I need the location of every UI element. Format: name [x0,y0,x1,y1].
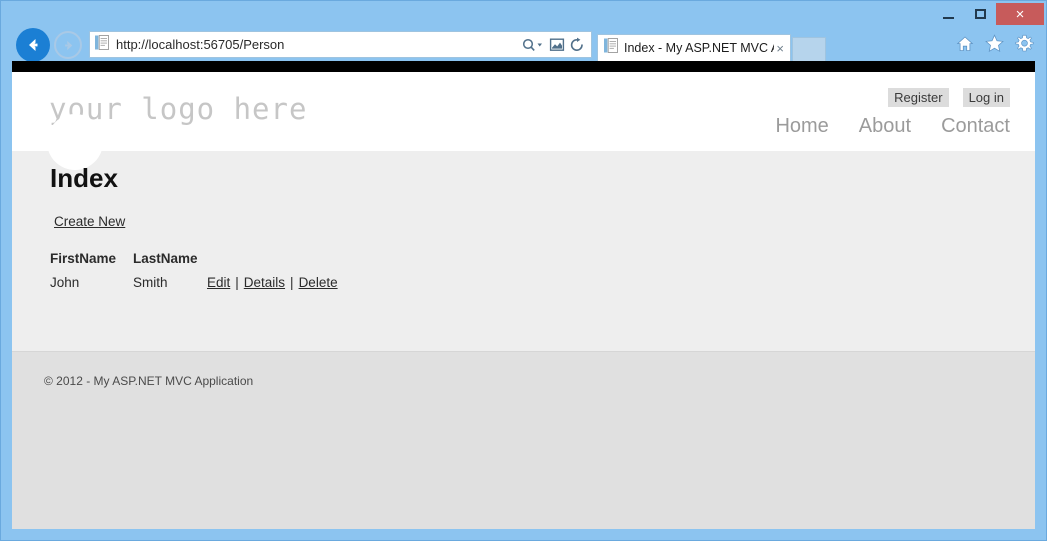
cell-firstname: John [50,275,80,290]
window-title-bar: × [1,1,1046,27]
tab-strip: Index - My ASP.NET MVC A... × [597,31,826,61]
browser-tab[interactable]: Index - My ASP.NET MVC A... × [597,34,791,61]
cell-lastname: Smith [133,275,168,290]
minimize-button[interactable] [932,3,964,25]
column-header-lastname: LastName [133,251,198,266]
tab-favicon-icon [604,38,618,58]
site-footer: © 2012 - My ASP.NET MVC Application [12,351,1035,529]
action-separator-2: | [290,275,294,290]
table-head: FirstName LastName [50,251,338,266]
maximize-button[interactable] [964,3,996,25]
site-header-right: Register Log in Home About Contact [775,88,1010,138]
login-link[interactable]: Log in [962,88,1010,107]
back-button[interactable] [16,28,50,62]
minimize-icon [942,17,954,19]
home-icon[interactable] [956,35,974,58]
column-header-firstname: FirstName [50,251,117,266]
close-window-button[interactable]: × [996,3,1044,25]
page-title: Index [50,163,118,193]
tools-gear-icon[interactable] [1015,34,1034,58]
create-new-link[interactable]: Create New [54,214,125,229]
person-table: FirstName LastName John Smith Edit | Detai… [50,251,338,290]
details-link[interactable]: Details [244,275,285,290]
compatibility-view-icon[interactable] [549,37,565,53]
logo-circle-decoration [47,114,103,170]
main-navigation: Home About Contact [775,115,1010,138]
action-separator-1: | [235,275,239,290]
table-row: John Smith Edit | Details | Delete [50,266,338,290]
nav-link-home[interactable]: Home [775,115,828,138]
refresh-icon[interactable] [569,37,585,53]
back-arrow-icon [29,39,38,51]
address-bar-url[interactable]: http://localhost:56705/Person [116,37,521,52]
new-tab-button[interactable] [792,37,826,61]
account-links: Register Log in [775,88,1010,107]
favorites-star-icon[interactable] [985,34,1004,58]
search-dropdown-icon[interactable] [521,37,545,53]
page-favicon-icon [95,34,109,55]
browser-window: × http://localhost:56705/Person Index - … [0,0,1047,541]
close-icon: × [1015,5,1025,23]
forward-arrow-icon [64,40,72,50]
footer-copyright: © 2012 - My ASP.NET MVC Application [44,374,254,388]
browser-command-icons [956,34,1034,58]
table-body: John Smith Edit | Details | Delete [50,266,338,290]
site-header: your logo here Register Log in Home Abou… [12,72,1035,151]
main-content: Index Create New FirstName LastName John… [50,165,950,290]
column-header-actions [207,251,338,266]
nav-link-contact[interactable]: Contact [941,115,1010,138]
register-link[interactable]: Register [888,88,949,107]
window-controls: × [932,3,1044,25]
page-viewport: your logo here Register Log in Home Abou… [12,61,1035,529]
cell-actions: Edit | Details | Delete [207,266,338,290]
table-header-row: FirstName LastName [50,251,338,266]
edit-link[interactable]: Edit [207,275,230,290]
browser-navigation-bar: http://localhost:56705/Person [1,27,1046,62]
delete-link[interactable]: Delete [299,275,338,290]
address-bar-tools [521,37,591,53]
forward-button[interactable] [54,31,82,59]
tab-close-icon[interactable]: × [774,42,786,55]
maximize-icon [974,9,986,19]
address-bar[interactable]: http://localhost:56705/Person [89,31,592,58]
nav-link-about[interactable]: About [859,115,911,138]
tab-title: Index - My ASP.NET MVC A... [624,41,775,55]
page-top-black-bar [12,61,1035,72]
